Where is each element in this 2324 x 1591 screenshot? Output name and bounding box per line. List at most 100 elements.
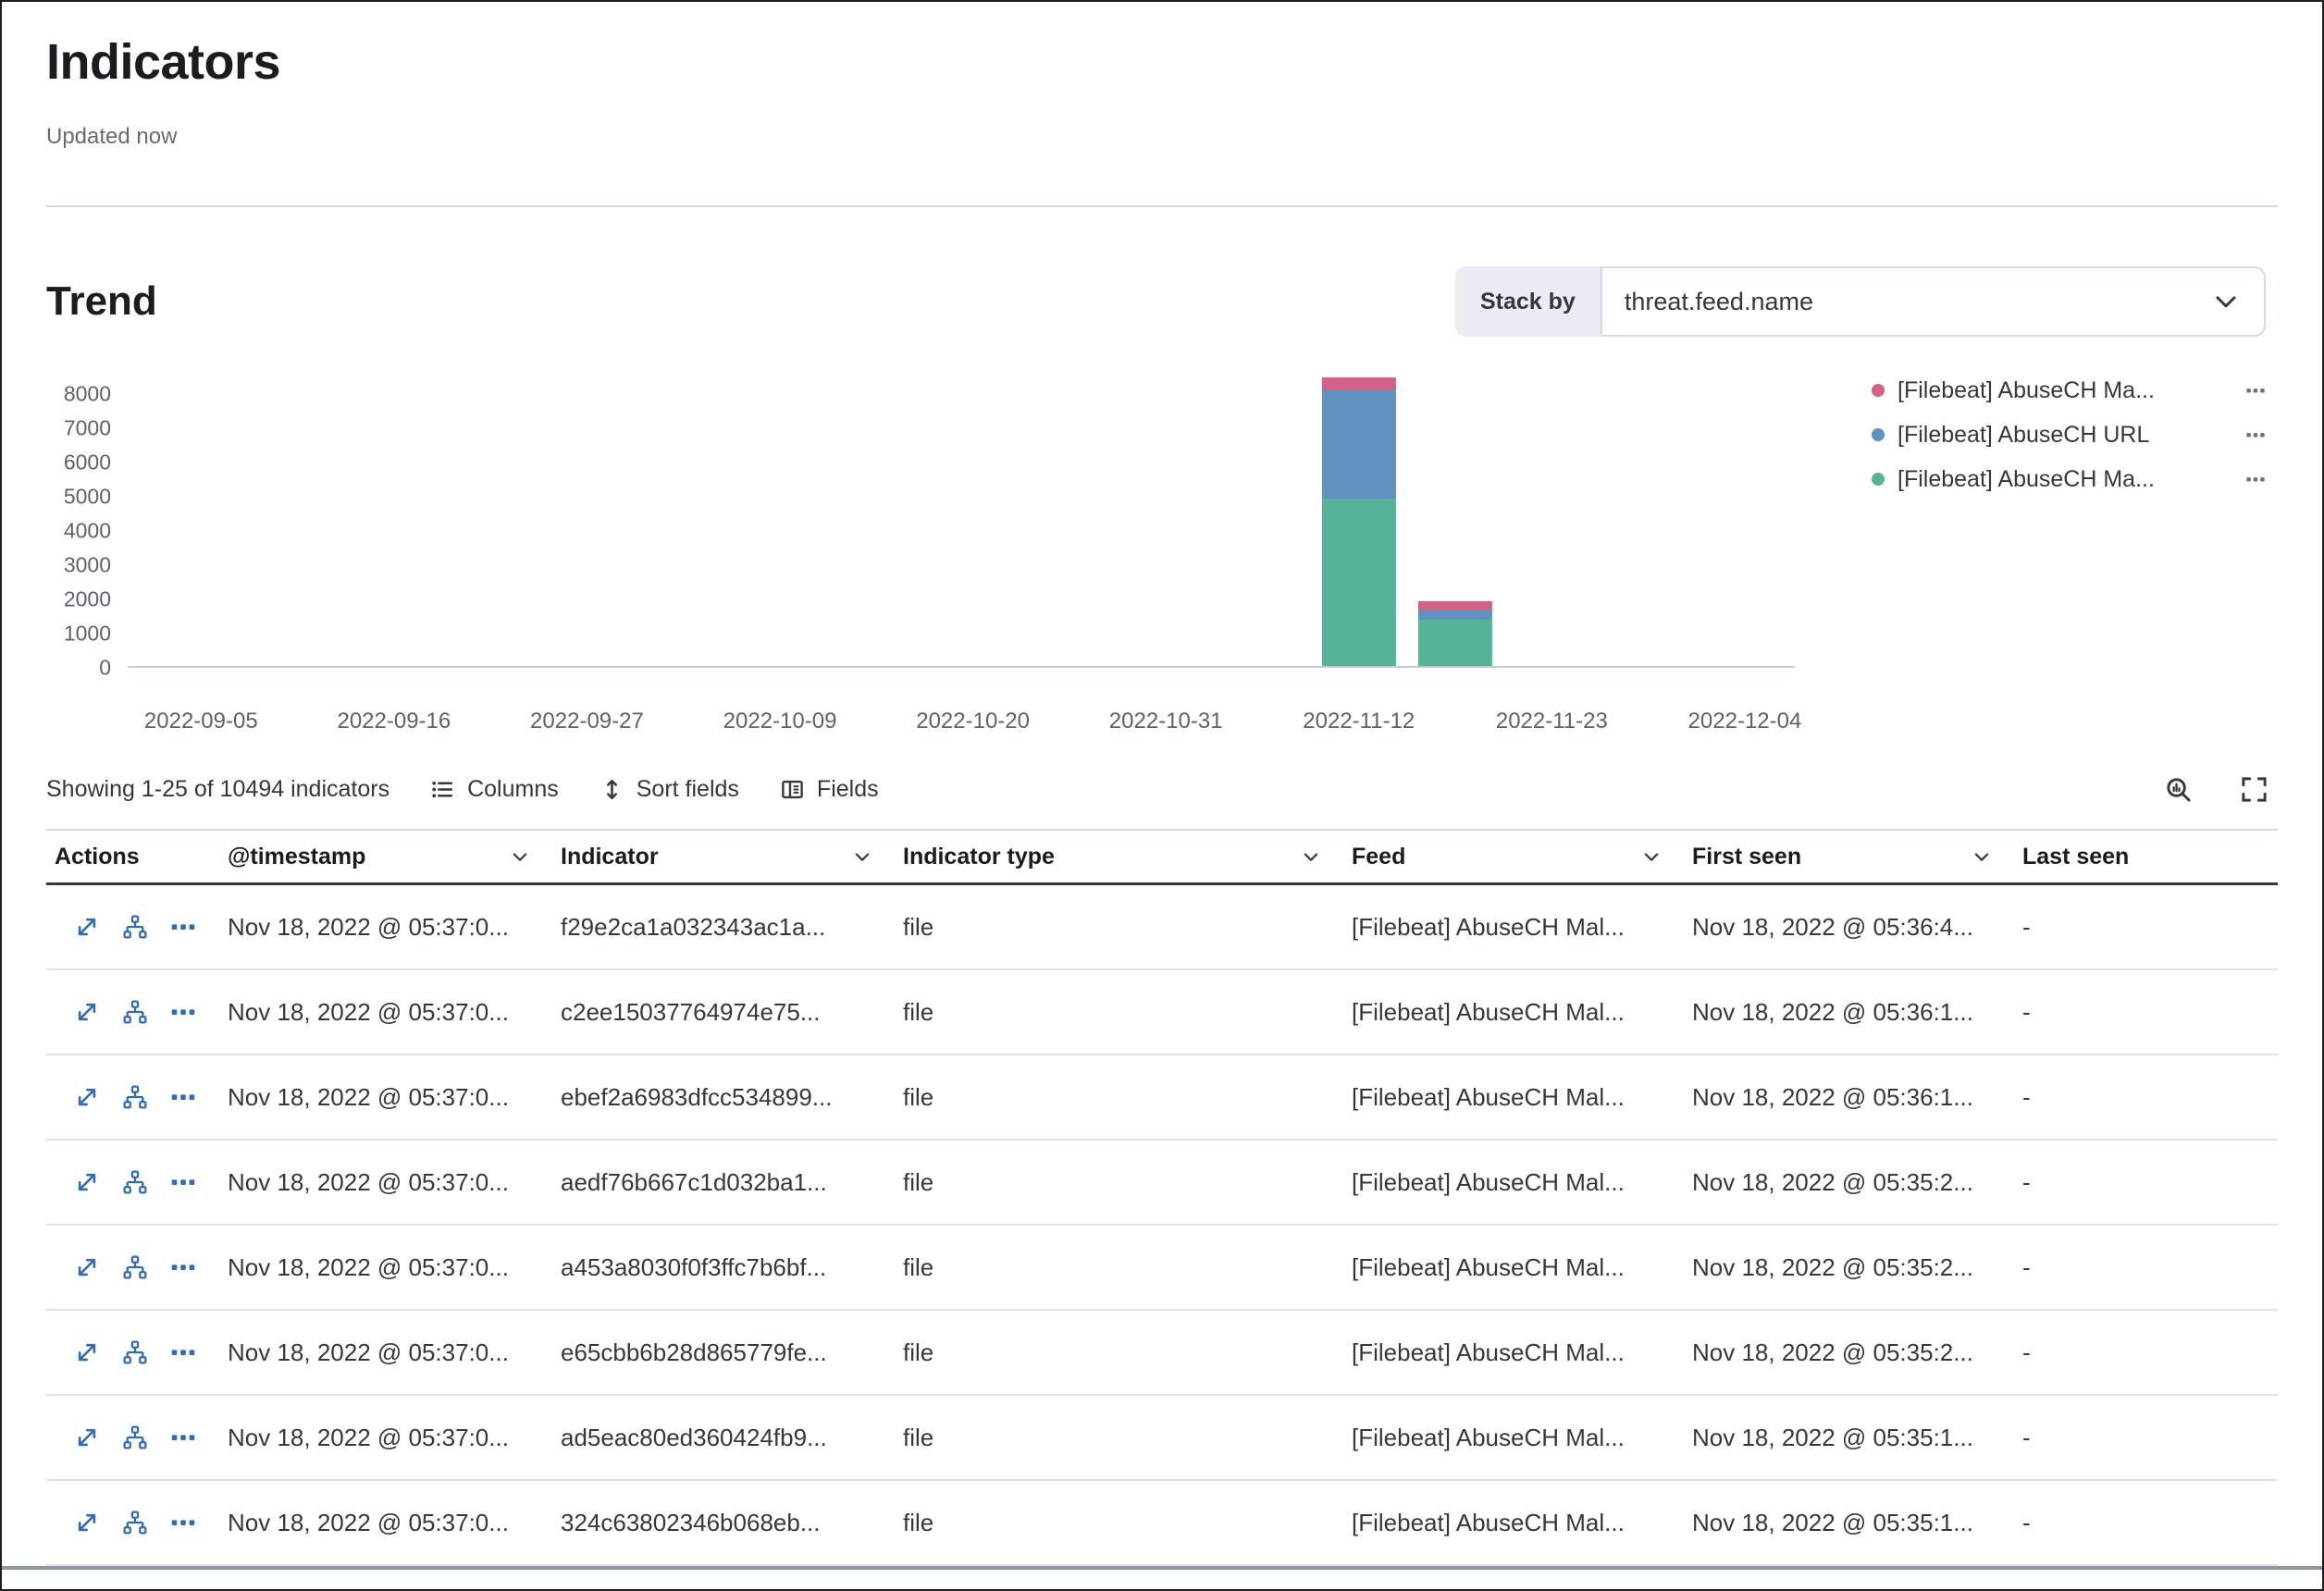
actions-cell [46, 999, 219, 1025]
timestamp-cell: Nov 18, 2022 @ 05:37:0... [219, 1168, 552, 1197]
investigate-in-timeline-button[interactable] [122, 1084, 148, 1110]
y-axis-tick-label: 8000 [64, 382, 111, 407]
feed-cell: [Filebeat] AbuseCH Mal... [1343, 1083, 1684, 1112]
table-row: Nov 18, 2022 @ 05:37:0... a453a8030f0f3f… [46, 1226, 2278, 1311]
investigate-in-timeline-button[interactable] [122, 1339, 148, 1365]
legend-item[interactable]: [Filebeat] AbuseCH Ma... [1872, 457, 2266, 501]
fields-button[interactable]: Fields [780, 776, 879, 803]
timeline-icon [122, 1424, 148, 1450]
open-details-button[interactable] [74, 999, 100, 1025]
sort-chevron-down-icon [852, 846, 872, 867]
columns-button[interactable]: Columns [430, 776, 559, 803]
last-seen-cell: - [2014, 913, 2278, 942]
table-row: Nov 18, 2022 @ 05:37:0... aedf76b667c1d0… [46, 1141, 2278, 1226]
more-actions-icon [170, 1424, 196, 1450]
sort-fields-button[interactable]: Sort fields [600, 776, 739, 803]
timeline-icon [122, 1254, 148, 1280]
chart-plot [128, 377, 1795, 668]
timeline-icon [122, 999, 148, 1025]
column-header-label: Indicator type [903, 844, 1055, 870]
open-details-button[interactable] [74, 1169, 100, 1195]
indicator-cell: e65cbb6b28d865779fe... [552, 1338, 895, 1367]
more-actions-button[interactable] [170, 1254, 196, 1280]
legend-more-actions-icon[interactable] [2245, 380, 2266, 401]
fields-button-label: Fields [817, 776, 879, 803]
legend-more-actions-icon[interactable] [2245, 469, 2266, 489]
page-title: Indicators [46, 33, 2278, 91]
inspect-button[interactable] [2159, 771, 2196, 808]
table-row: Nov 18, 2022 @ 05:37:0... f29e2ca1a03234… [46, 885, 2278, 970]
stack-by-select[interactable]: Stack by threat.feed.name [1455, 266, 2266, 337]
column-header-indicator[interactable]: Indicator [552, 844, 895, 870]
timestamp-cell: Nov 18, 2022 @ 05:37:0... [219, 1509, 552, 1537]
more-actions-button[interactable] [170, 999, 196, 1025]
horizontal-scrollbar[interactable] [0, 1566, 2324, 1570]
first-seen-cell: Nov 18, 2022 @ 05:36:4... [1684, 913, 2014, 942]
column-header-first-seen[interactable]: First seen [1684, 844, 2014, 870]
expand-icon [74, 1510, 100, 1536]
column-header-label: Last seen [2022, 844, 2129, 870]
investigate-in-timeline-button[interactable] [122, 1169, 148, 1195]
open-details-button[interactable] [74, 1084, 100, 1110]
x-axis-tick-label: 2022-12-04 [1688, 709, 1802, 734]
column-header-label: Feed [1352, 844, 1405, 870]
legend-item[interactable]: [Filebeat] AbuseCH URL [1872, 413, 2266, 457]
feed-cell: [Filebeat] AbuseCH Mal... [1343, 913, 1684, 942]
investigate-in-timeline-button[interactable] [122, 1254, 148, 1280]
stacked-bar[interactable] [1418, 601, 1492, 666]
indicator-type-cell: file [895, 1424, 1343, 1452]
column-header-timestamp[interactable]: @timestamp [219, 844, 552, 870]
more-actions-button[interactable] [170, 1510, 196, 1536]
column-header-indicator-type[interactable]: Indicator type [895, 844, 1343, 870]
expand-icon [74, 1084, 100, 1110]
open-details-button[interactable] [74, 914, 100, 940]
investigate-in-timeline-button[interactable] [122, 914, 148, 940]
indicator-type-cell: file [895, 1338, 1343, 1367]
investigate-in-timeline-button[interactable] [122, 1424, 148, 1450]
bar-segment-pink [1322, 377, 1396, 389]
more-actions-icon [170, 1254, 196, 1280]
stacked-bar[interactable] [1322, 377, 1396, 666]
investigate-in-timeline-button[interactable] [122, 999, 148, 1025]
more-actions-icon [170, 914, 196, 940]
open-details-button[interactable] [74, 1254, 100, 1280]
timestamp-cell: Nov 18, 2022 @ 05:37:0... [219, 1253, 552, 1282]
chart-legend: [Filebeat] AbuseCH Ma... [Filebeat] Abus… [1872, 368, 2266, 501]
actions-cell [46, 1339, 219, 1365]
fullscreen-button[interactable] [2235, 771, 2272, 808]
legend-more-actions-icon[interactable] [2245, 425, 2266, 445]
more-actions-button[interactable] [170, 1424, 196, 1450]
y-axis-tick-label: 2000 [64, 587, 111, 612]
more-actions-button[interactable] [170, 1084, 196, 1110]
more-actions-button[interactable] [170, 914, 196, 940]
open-details-button[interactable] [74, 1424, 100, 1450]
legend-color-dot [1872, 384, 1885, 397]
table-row: Nov 18, 2022 @ 05:37:0... 324c63802346b0… [46, 1481, 2278, 1566]
legend-label: [Filebeat] AbuseCH URL [1898, 422, 2245, 449]
actions-cell [46, 1510, 219, 1536]
bar-segment-green [1418, 620, 1492, 666]
table-row: Nov 18, 2022 @ 05:37:0... c2ee1503776497… [46, 970, 2278, 1055]
more-actions-button[interactable] [170, 1339, 196, 1365]
sort-chevron-down-icon [510, 846, 530, 867]
first-seen-cell: Nov 18, 2022 @ 05:35:1... [1684, 1509, 2014, 1537]
actions-cell [46, 1084, 219, 1110]
fields-icon [780, 777, 805, 802]
indicator-cell: aedf76b667c1d032ba1... [552, 1168, 895, 1197]
timeline-icon [122, 1339, 148, 1365]
legend-color-dot [1872, 428, 1885, 441]
column-header-feed[interactable]: Feed [1343, 844, 1684, 870]
investigate-in-timeline-button[interactable] [122, 1510, 148, 1536]
open-details-button[interactable] [74, 1510, 100, 1536]
legend-item[interactable]: [Filebeat] AbuseCH Ma... [1872, 368, 2266, 413]
open-details-button[interactable] [74, 1339, 100, 1365]
bar-segment-blue [1418, 610, 1492, 620]
bar-segment-blue [1322, 389, 1396, 499]
column-header-label: Indicator [561, 844, 659, 870]
more-actions-button[interactable] [170, 1169, 196, 1195]
first-seen-cell: Nov 18, 2022 @ 05:36:1... [1684, 1083, 2014, 1112]
timestamp-cell: Nov 18, 2022 @ 05:37:0... [219, 1424, 552, 1452]
indicator-cell: ad5eac80ed360424fb9... [552, 1424, 895, 1452]
timestamp-cell: Nov 18, 2022 @ 05:37:0... [219, 913, 552, 942]
last-seen-cell: - [2014, 1168, 2278, 1197]
